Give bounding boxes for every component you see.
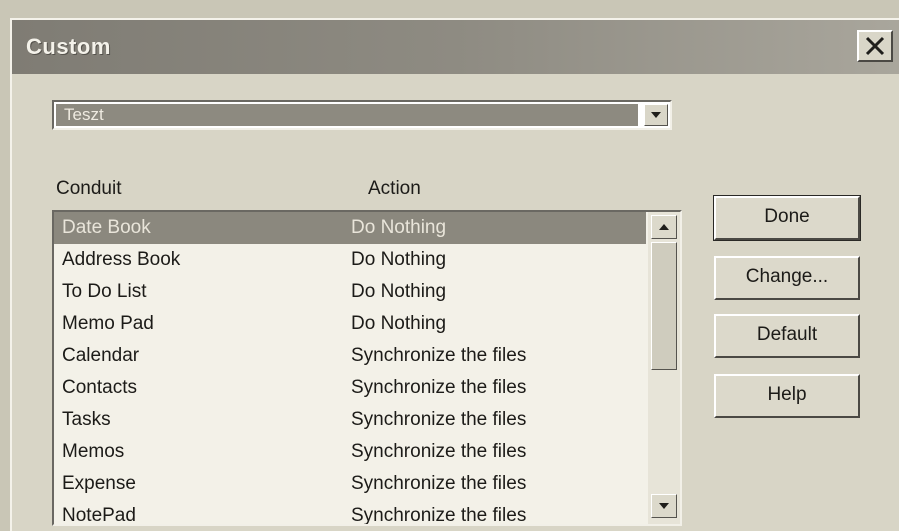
list-item[interactable]: Tasks Synchronize the files <box>54 404 646 436</box>
list-item[interactable]: To Do List Do Nothing <box>54 276 646 308</box>
scrollbar-thumb[interactable] <box>651 242 677 370</box>
dropdown-arrow-button[interactable] <box>644 104 668 126</box>
help-button[interactable]: Help <box>714 374 860 418</box>
profile-dropdown[interactable]: Teszt <box>52 100 672 130</box>
conduit-list[interactable]: Date Book Do Nothing Address Book Do Not… <box>52 210 682 526</box>
list-item[interactable]: Expense Synchronize the files <box>54 468 646 500</box>
conduit-name: Contacts <box>62 377 137 398</box>
vertical-scrollbar[interactable] <box>648 212 680 524</box>
chevron-up-icon <box>659 224 669 230</box>
close-button[interactable] <box>857 30 893 62</box>
chevron-down-icon <box>659 503 669 509</box>
column-header-action: Action <box>368 178 421 199</box>
conduit-name: Address Book <box>62 249 181 270</box>
list-item[interactable]: Memo Pad Do Nothing <box>54 308 646 340</box>
title-bar[interactable]: Custom <box>12 20 899 74</box>
chevron-down-icon <box>651 112 661 118</box>
conduit-name: Expense <box>62 473 136 494</box>
conduit-action: Synchronize the files <box>351 505 527 526</box>
conduit-name: Memo Pad <box>62 313 154 334</box>
conduit-action: Do Nothing <box>351 281 447 302</box>
conduit-action: Synchronize the files <box>351 473 527 494</box>
list-item[interactable]: Memos Synchronize the files <box>54 436 646 468</box>
conduit-action: Synchronize the files <box>351 345 527 366</box>
list-item[interactable]: Contacts Synchronize the files <box>54 372 646 404</box>
list-item[interactable]: Calendar Synchronize the files <box>54 340 646 372</box>
default-button[interactable]: Default <box>714 314 860 358</box>
close-icon <box>865 36 885 56</box>
list-item[interactable]: Address Book Do Nothing <box>54 244 646 276</box>
conduit-action: Synchronize the files <box>351 409 527 430</box>
conduit-name: NotePad <box>62 505 136 526</box>
scroll-up-button[interactable] <box>651 215 677 239</box>
list-item[interactable]: Date Book Do Nothing <box>54 212 646 244</box>
conduit-action: Synchronize the files <box>351 441 527 462</box>
conduit-name: To Do List <box>62 281 147 302</box>
scroll-down-button[interactable] <box>651 494 677 518</box>
conduit-name: Calendar <box>62 345 140 366</box>
custom-dialog: Custom Teszt Conduit Action Date Book Do… <box>10 18 899 531</box>
column-header-conduit: Conduit <box>56 178 122 199</box>
list-item[interactable]: NotePad Synchronize the files <box>54 500 646 526</box>
conduit-action: Do Nothing <box>351 249 447 270</box>
profile-dropdown-value: Teszt <box>56 104 638 126</box>
done-button[interactable]: Done <box>713 195 861 241</box>
conduit-action: Do Nothing <box>351 217 447 238</box>
conduit-action: Synchronize the files <box>351 377 527 398</box>
conduit-name: Memos <box>62 441 125 462</box>
conduit-name: Date Book <box>62 217 151 238</box>
conduit-name: Tasks <box>62 409 111 430</box>
window-title: Custom <box>26 34 111 59</box>
conduit-action: Do Nothing <box>351 313 447 334</box>
change-button[interactable]: Change... <box>714 256 860 300</box>
